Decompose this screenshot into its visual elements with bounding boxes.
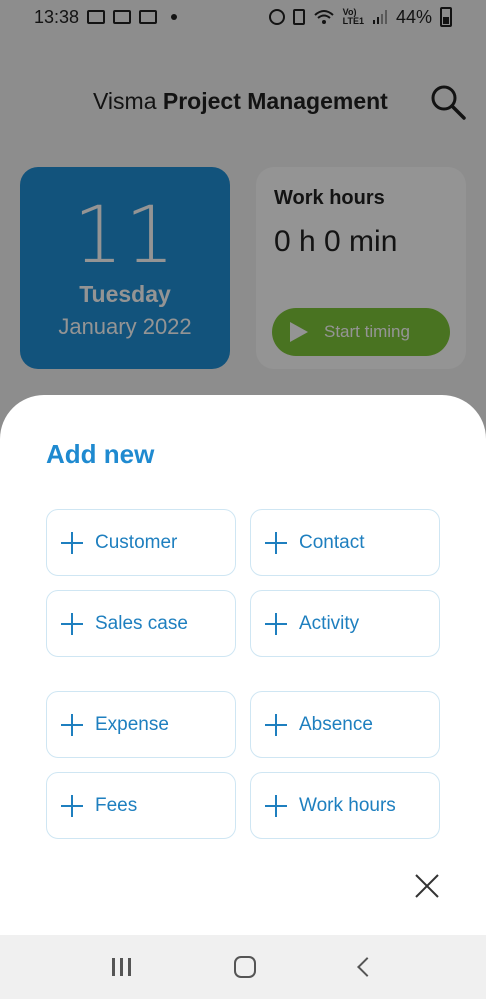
plus-icon — [265, 713, 287, 736]
system-nav-bar — [0, 935, 486, 999]
tile-label: Customer — [95, 531, 178, 553]
add-sales-case-button[interactable]: Sales case — [46, 590, 236, 657]
plus-icon — [265, 794, 287, 817]
plus-icon — [61, 794, 83, 817]
home-button[interactable] — [234, 956, 257, 978]
plus-icon — [265, 531, 287, 554]
add-activity-button[interactable]: Activity — [250, 590, 440, 657]
add-customer-button[interactable]: Customer — [46, 509, 236, 576]
tile-label: Work hours — [299, 794, 396, 816]
plus-icon — [61, 531, 83, 554]
tile-label: Sales case — [95, 612, 188, 634]
tile-label: Contact — [299, 531, 365, 553]
tile-label: Absence — [299, 713, 373, 735]
add-contact-button[interactable]: Contact — [250, 509, 440, 576]
tile-label: Fees — [95, 794, 138, 816]
close-button[interactable] — [412, 871, 442, 901]
add-work-hours-button[interactable]: Work hours — [250, 772, 440, 839]
close-icon — [415, 874, 439, 898]
plus-icon — [265, 612, 287, 635]
recent-apps-button[interactable] — [111, 958, 131, 976]
back-button[interactable] — [357, 957, 378, 977]
plus-icon — [61, 612, 83, 635]
sheet-title: Add new — [46, 439, 155, 469]
tile-label: Expense — [95, 713, 169, 735]
add-absence-button[interactable]: Absence — [250, 691, 440, 758]
add-expense-button[interactable]: Expense — [46, 691, 236, 758]
add-new-sheet: Add new Customer Contact Sales case Acti… — [0, 395, 486, 935]
tile-label: Activity — [299, 612, 360, 634]
add-fees-button[interactable]: Fees — [46, 772, 236, 839]
plus-icon — [61, 713, 83, 736]
